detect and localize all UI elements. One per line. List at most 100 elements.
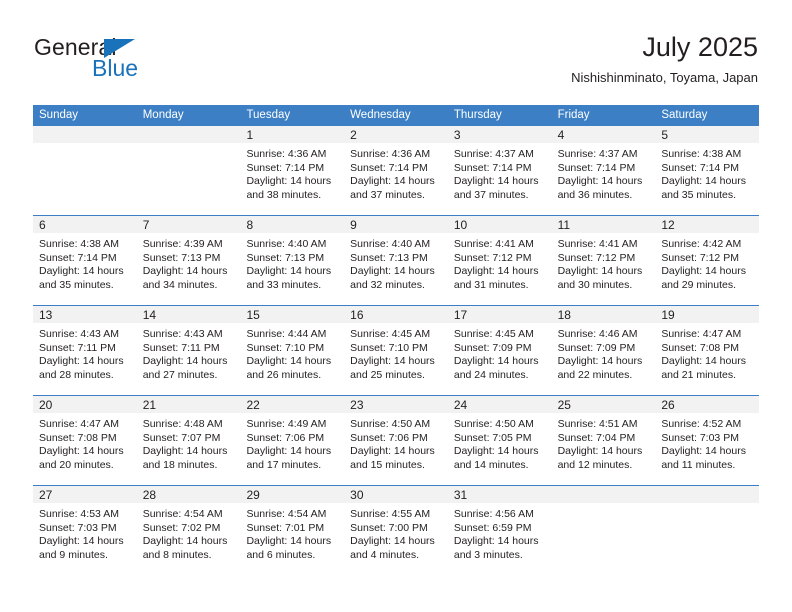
sunset-text: Sunset: 7:14 PM	[246, 161, 325, 174]
calendar-day-cell[interactable]: 3 Sunrise: 4:37 AM Sunset: 7:14 PM Daylight…	[447, 126, 552, 215]
calendar-day-cell[interactable]: 1 Sunrise: 4:36 AM Sunset: 7:14 PM Daylight…	[240, 126, 345, 215]
calendar-day-cell[interactable]: 10 Sunrise: 4:41 AM Sunset: 7:12 PM Dayligh…	[447, 216, 552, 305]
calendar-week-row: 6 Sunrise: 4:38 AM Sunset: 7:14 PM Daylight…	[33, 215, 760, 305]
day-number: 1	[246, 128, 254, 142]
calendar-day-cell[interactable]: 31 Sunrise: 4:56 AM Sunset: 6:59 PM Dayligh…	[447, 486, 552, 575]
calendar-day-cell-empty	[551, 486, 656, 575]
calendar-day-cell[interactable]: 28 Sunrise: 4:54 AM Sunset: 7:02 PM Dayligh…	[136, 486, 241, 575]
calendar-day-cell[interactable]: 2 Sunrise: 4:36 AM Sunset: 7:14 PM Daylight…	[344, 126, 448, 215]
sunset-text: Sunset: 7:04 PM	[557, 431, 636, 444]
day-sun-info: Sunrise: 4:51 AM Sunset: 7:04 PM Daylight:…	[552, 413, 656, 472]
calendar-day-cell[interactable]: 27 Sunrise: 4:53 AM Sunset: 7:03 PM Dayligh…	[33, 486, 137, 575]
day-number-band	[551, 486, 656, 503]
general-blue-logo[interactable]: General Blue	[34, 34, 234, 90]
day-number: 14	[142, 308, 157, 322]
day-sun-info: Sunrise: 4:41 AM Sunset: 7:12 PM Daylight:…	[448, 233, 552, 292]
calendar-day-cell-empty	[33, 126, 137, 215]
sunrise-text: Sunrise: 4:52 AM	[661, 418, 742, 430]
sunset-text: Sunset: 7:08 PM	[39, 431, 117, 444]
day-number: 3	[453, 128, 461, 142]
sunrise-text: Sunrise: 4:48 AM	[142, 418, 223, 430]
sunset-text: Sunset: 7:12 PM	[661, 251, 739, 264]
sunrise-text: Sunrise: 4:38 AM	[661, 148, 742, 160]
calendar-day-cell[interactable]: 7 Sunrise: 4:39 AM Sunset: 7:13 PM Daylight…	[136, 216, 241, 305]
calendar-day-cell[interactable]: 6 Sunrise: 4:38 AM Sunset: 7:14 PM Daylight…	[33, 216, 137, 305]
day-number: 17	[453, 308, 468, 322]
day-number-band	[240, 216, 345, 233]
calendar-day-cell[interactable]: 24 Sunrise: 4:50 AM Sunset: 7:05 PM Dayligh…	[447, 396, 552, 485]
daylight-text: Daylight: 14 hours and 26 minutes.	[246, 355, 332, 381]
sunset-text: Sunset: 7:14 PM	[453, 161, 532, 174]
title-block: July 2025 Nishishinminato, Toyama, Japan	[571, 30, 758, 88]
calendar-day-cell[interactable]: 30 Sunrise: 4:55 AM Sunset: 7:00 PM Dayligh…	[344, 486, 448, 575]
sunrise-text: Sunrise: 4:56 AM	[453, 508, 534, 520]
sunset-text: Sunset: 7:14 PM	[39, 251, 117, 264]
calendar-day-cell[interactable]: 29 Sunrise: 4:54 AM Sunset: 7:01 PM Dayligh…	[240, 486, 345, 575]
calendar-day-cell[interactable]: 22 Sunrise: 4:49 AM Sunset: 7:06 PM Dayligh…	[240, 396, 345, 485]
sunset-text: Sunset: 7:09 PM	[453, 341, 532, 354]
sunset-text: Sunset: 7:06 PM	[246, 431, 325, 444]
calendar-day-cell[interactable]: 26 Sunrise: 4:52 AM Sunset: 7:03 PM Dayligh…	[655, 396, 760, 485]
day-number: 9	[350, 218, 357, 232]
calendar-day-cell[interactable]: 21 Sunrise: 4:48 AM Sunset: 7:07 PM Dayligh…	[136, 396, 241, 485]
sunset-text: Sunset: 7:09 PM	[557, 341, 636, 354]
day-number: 12	[661, 218, 675, 232]
day-number: 30	[350, 488, 364, 502]
calendar-day-cell[interactable]: 13 Sunrise: 4:43 AM Sunset: 7:11 PM Dayligh…	[33, 306, 137, 395]
sunset-text: Sunset: 7:02 PM	[142, 521, 221, 534]
daylight-text: Daylight: 14 hours and 18 minutes.	[142, 445, 228, 471]
sunset-text: Sunset: 7:13 PM	[246, 251, 325, 264]
calendar-day-cell[interactable]: 25 Sunrise: 4:51 AM Sunset: 7:04 PM Dayligh…	[551, 396, 656, 485]
daylight-text: Daylight: 14 hours and 8 minutes.	[142, 535, 228, 561]
day-sun-info: Sunrise: 4:36 AM Sunset: 7:14 PM Daylight:…	[240, 143, 344, 202]
weekday-header-saturday: Saturday	[661, 109, 708, 121]
day-number-band	[344, 126, 448, 143]
sunrise-text: Sunrise: 4:38 AM	[39, 238, 119, 250]
sunrise-text: Sunrise: 4:40 AM	[350, 238, 431, 250]
sunset-text: Sunset: 7:03 PM	[661, 431, 739, 444]
day-number: 15	[246, 308, 260, 322]
weekday-header-wednesday: Wednesday	[350, 109, 411, 121]
sunrise-text: Sunrise: 4:53 AM	[39, 508, 119, 520]
daylight-text: Daylight: 14 hours and 32 minutes.	[350, 265, 435, 291]
calendar-day-cell[interactable]: 14 Sunrise: 4:43 AM Sunset: 7:11 PM Dayligh…	[136, 306, 241, 395]
sunset-text: Sunset: 7:13 PM	[350, 251, 428, 264]
sunrise-text: Sunrise: 4:46 AM	[557, 328, 638, 340]
calendar-day-cell[interactable]: 20 Sunrise: 4:47 AM Sunset: 7:08 PM Dayligh…	[33, 396, 137, 485]
day-number: 10	[453, 218, 468, 232]
calendar-day-cell[interactable]: 5 Sunrise: 4:38 AM Sunset: 7:14 PM Daylight…	[655, 126, 760, 215]
page-title: July 2025	[642, 32, 758, 62]
day-number: 31	[453, 488, 468, 502]
calendar-day-cell[interactable]: 18 Sunrise: 4:46 AM Sunset: 7:09 PM Dayligh…	[551, 306, 656, 395]
day-number: 11	[557, 218, 571, 232]
calendar-day-cell[interactable]: 8 Sunrise: 4:40 AM Sunset: 7:13 PM Daylight…	[240, 216, 345, 305]
day-number: 5	[661, 128, 668, 142]
daylight-text: Daylight: 14 hours and 38 minutes.	[246, 175, 332, 201]
calendar-day-cell[interactable]: 16 Sunrise: 4:45 AM Sunset: 7:10 PM Dayligh…	[344, 306, 448, 395]
day-number: 25	[557, 398, 571, 412]
sunset-text: Sunset: 7:10 PM	[246, 341, 325, 354]
calendar-day-cell[interactable]: 23 Sunrise: 4:50 AM Sunset: 7:06 PM Dayligh…	[344, 396, 448, 485]
calendar-day-cell[interactable]: 15 Sunrise: 4:44 AM Sunset: 7:10 PM Dayligh…	[240, 306, 345, 395]
sunset-text: Sunset: 7:14 PM	[557, 161, 636, 174]
day-sun-info: Sunrise: 4:37 AM Sunset: 7:14 PM Daylight:…	[552, 143, 656, 202]
day-number: 19	[661, 308, 675, 322]
calendar-grid: Sunday Monday Tuesday Wednesday Thursday Frid…	[33, 105, 760, 575]
daylight-text: Daylight: 14 hours and 27 minutes.	[142, 355, 228, 381]
day-sun-info: Sunrise: 4:43 AM Sunset: 7:11 PM Daylight:…	[33, 323, 137, 382]
daylight-text: Daylight: 14 hours and 4 minutes.	[350, 535, 435, 561]
calendar-day-cell[interactable]: 4 Sunrise: 4:37 AM Sunset: 7:14 PM Daylight…	[551, 126, 656, 215]
calendar-day-cell[interactable]: 11 Sunrise: 4:41 AM Sunset: 7:12 PM Dayligh…	[551, 216, 656, 305]
calendar-day-cell[interactable]: 9 Sunrise: 4:40 AM Sunset: 7:13 PM Daylight…	[344, 216, 448, 305]
daylight-text: Daylight: 14 hours and 37 minutes.	[350, 175, 435, 201]
calendar-day-cell[interactable]: 19 Sunrise: 4:47 AM Sunset: 7:08 PM Dayligh…	[655, 306, 760, 395]
sunset-text: Sunset: 7:08 PM	[661, 341, 739, 354]
day-number: 16	[350, 308, 364, 322]
sunrise-text: Sunrise: 4:40 AM	[246, 238, 327, 250]
calendar-day-cell[interactable]: 12 Sunrise: 4:42 AM Sunset: 7:12 PM Dayligh…	[655, 216, 760, 305]
sunset-text: Sunset: 7:14 PM	[350, 161, 428, 174]
sunrise-text: Sunrise: 4:39 AM	[142, 238, 223, 250]
day-number: 22	[246, 398, 260, 412]
page-header: General Blue July 2025 Nishishinminato, …	[34, 30, 758, 92]
calendar-day-cell[interactable]: 17 Sunrise: 4:45 AM Sunset: 7:09 PM Dayligh…	[447, 306, 552, 395]
